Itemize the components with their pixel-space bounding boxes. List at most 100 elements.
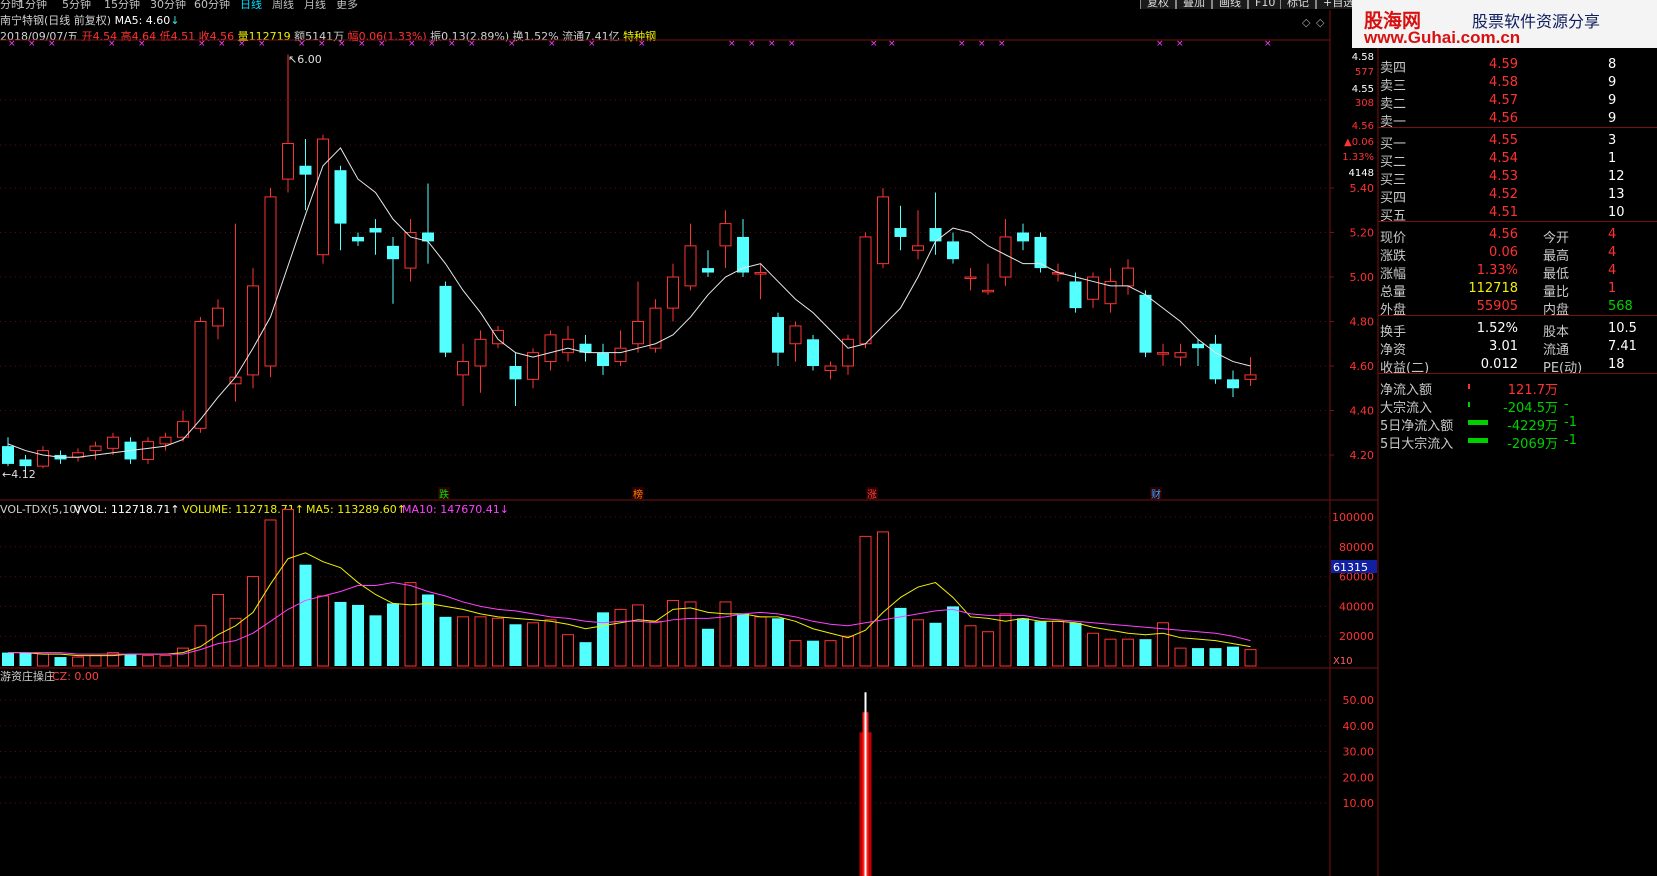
flow-extra: -1 <box>1564 415 1577 430</box>
volume-bar-down <box>334 601 347 666</box>
volume-bar-up <box>107 652 119 667</box>
quote-value: 3.01 <box>1489 339 1518 354</box>
quote-value: 4.55 <box>1489 133 1518 148</box>
volume-bar-up <box>789 640 802 667</box>
volume-bar-down <box>352 604 364 666</box>
quote-value: 4.56 <box>1489 227 1518 242</box>
x-marker: × <box>238 39 246 49</box>
x-marker: × <box>468 39 476 49</box>
volume-bar-up <box>317 595 329 667</box>
x-marker: × <box>1176 39 1184 49</box>
volume-bar-up <box>684 601 697 667</box>
x-marker: × <box>28 39 36 49</box>
max-price-label: ↖6.00 <box>288 53 322 66</box>
volume-bar-up <box>824 640 837 667</box>
cz-spike-highlight <box>864 692 867 876</box>
volume-bar-up <box>982 631 994 667</box>
candle-body-up <box>247 285 259 376</box>
volume-bar-up <box>1052 620 1064 667</box>
volume-bar-down <box>772 618 784 666</box>
event-marker: 财 <box>1151 488 1161 501</box>
ma5-line <box>7 147 1251 458</box>
event-marker: 涨 <box>867 489 877 501</box>
volume-bar-up <box>964 625 977 667</box>
candle-body-down <box>1227 379 1239 389</box>
candle-body-down <box>1192 343 1204 349</box>
volume-bar-up <box>247 576 259 667</box>
price-tick-label: 4.20 <box>1350 449 1375 462</box>
x-marker: × <box>958 39 966 49</box>
volume-bar-down <box>737 613 749 666</box>
price-tick-label: 5.20 <box>1350 227 1375 240</box>
candle-body-up <box>824 365 837 371</box>
quote-value: 4.56 <box>1489 111 1518 126</box>
quote-value-2: 568 <box>1608 299 1633 314</box>
x-marker: × <box>138 39 146 49</box>
volume-bar-down <box>509 624 522 666</box>
side-label: 4.55 <box>1352 84 1374 95</box>
quote-value: 4.59 <box>1489 57 1518 72</box>
flow-bar <box>1468 384 1470 389</box>
quote-value: 4.58 <box>1489 75 1518 90</box>
quote-value-2: 10.5 <box>1608 321 1637 336</box>
candle-body-down <box>509 366 522 380</box>
x-marker: × <box>1156 39 1164 49</box>
x-marker: × <box>338 39 346 49</box>
volume-bar-up <box>859 535 872 667</box>
volume-bar-up <box>562 634 574 667</box>
x-marker: × <box>870 39 878 49</box>
quote-value-2: 7.41 <box>1608 339 1637 354</box>
volume-bar-down <box>597 612 609 666</box>
candle-body-up <box>457 361 469 376</box>
event-marker: 跌 <box>439 488 449 501</box>
vol-ma5-label: MA5: 113289.60↑ <box>306 503 406 516</box>
volume-bar-down <box>387 603 399 666</box>
volume-bar-down <box>124 654 137 666</box>
candle-body-down <box>387 245 399 260</box>
candle-body-down <box>369 228 382 233</box>
side-label: 4.58 <box>1352 52 1374 63</box>
quote-value: 4.52 <box>1489 187 1518 202</box>
candle-body-down <box>19 459 32 467</box>
vol-ma5-line <box>8 552 1251 657</box>
volume-bar-down <box>439 616 452 666</box>
volume-bar-up <box>877 531 889 667</box>
candle-body-up <box>789 325 802 345</box>
ind-tick-label: 30.00 <box>1343 746 1375 759</box>
volume-bar-down <box>54 657 67 666</box>
x-marker: × <box>508 39 516 49</box>
volume-bar-down <box>579 642 592 666</box>
volume-bar-up <box>89 655 102 667</box>
flow-bar <box>1468 402 1470 407</box>
candle-body-up <box>142 441 154 460</box>
volume-bar-up <box>404 582 417 667</box>
x-marker: × <box>978 39 986 49</box>
candle-body-up <box>632 321 644 345</box>
volume-bar-up <box>194 625 207 667</box>
x-marker: × <box>408 39 416 49</box>
flow-row: 5日大宗流入 -2069万 -1 <box>1378 430 1657 452</box>
x-marker: × <box>588 39 596 49</box>
quote-divider <box>1378 373 1657 374</box>
x-marker: × <box>638 39 646 49</box>
candle-body-down <box>1139 294 1152 353</box>
candle-body-down <box>1069 281 1082 309</box>
side-label: 4.56 <box>1352 121 1374 132</box>
candle-body-up <box>1157 352 1169 355</box>
event-marker: 榜 <box>633 488 643 501</box>
x-marker: × <box>198 39 206 49</box>
candle-body-up <box>1244 374 1257 380</box>
candle-body-up <box>194 321 207 429</box>
candle-body-down <box>597 352 609 366</box>
x-marker: × <box>108 39 116 49</box>
candle-body-down <box>2 446 14 464</box>
price-tick-label: 5.00 <box>1350 271 1375 284</box>
vvol-label: VVOL: 112718.71↑ <box>74 503 180 516</box>
quote-value: 0.012 <box>1480 357 1518 372</box>
x-marker: × <box>8 39 16 49</box>
side-label: 577 <box>1355 67 1374 78</box>
candle-body-up <box>212 307 224 327</box>
quote-value-2: 1 <box>1608 281 1617 296</box>
diamond-icon: ◇ <box>1302 16 1311 29</box>
x-marker: × <box>258 39 266 49</box>
